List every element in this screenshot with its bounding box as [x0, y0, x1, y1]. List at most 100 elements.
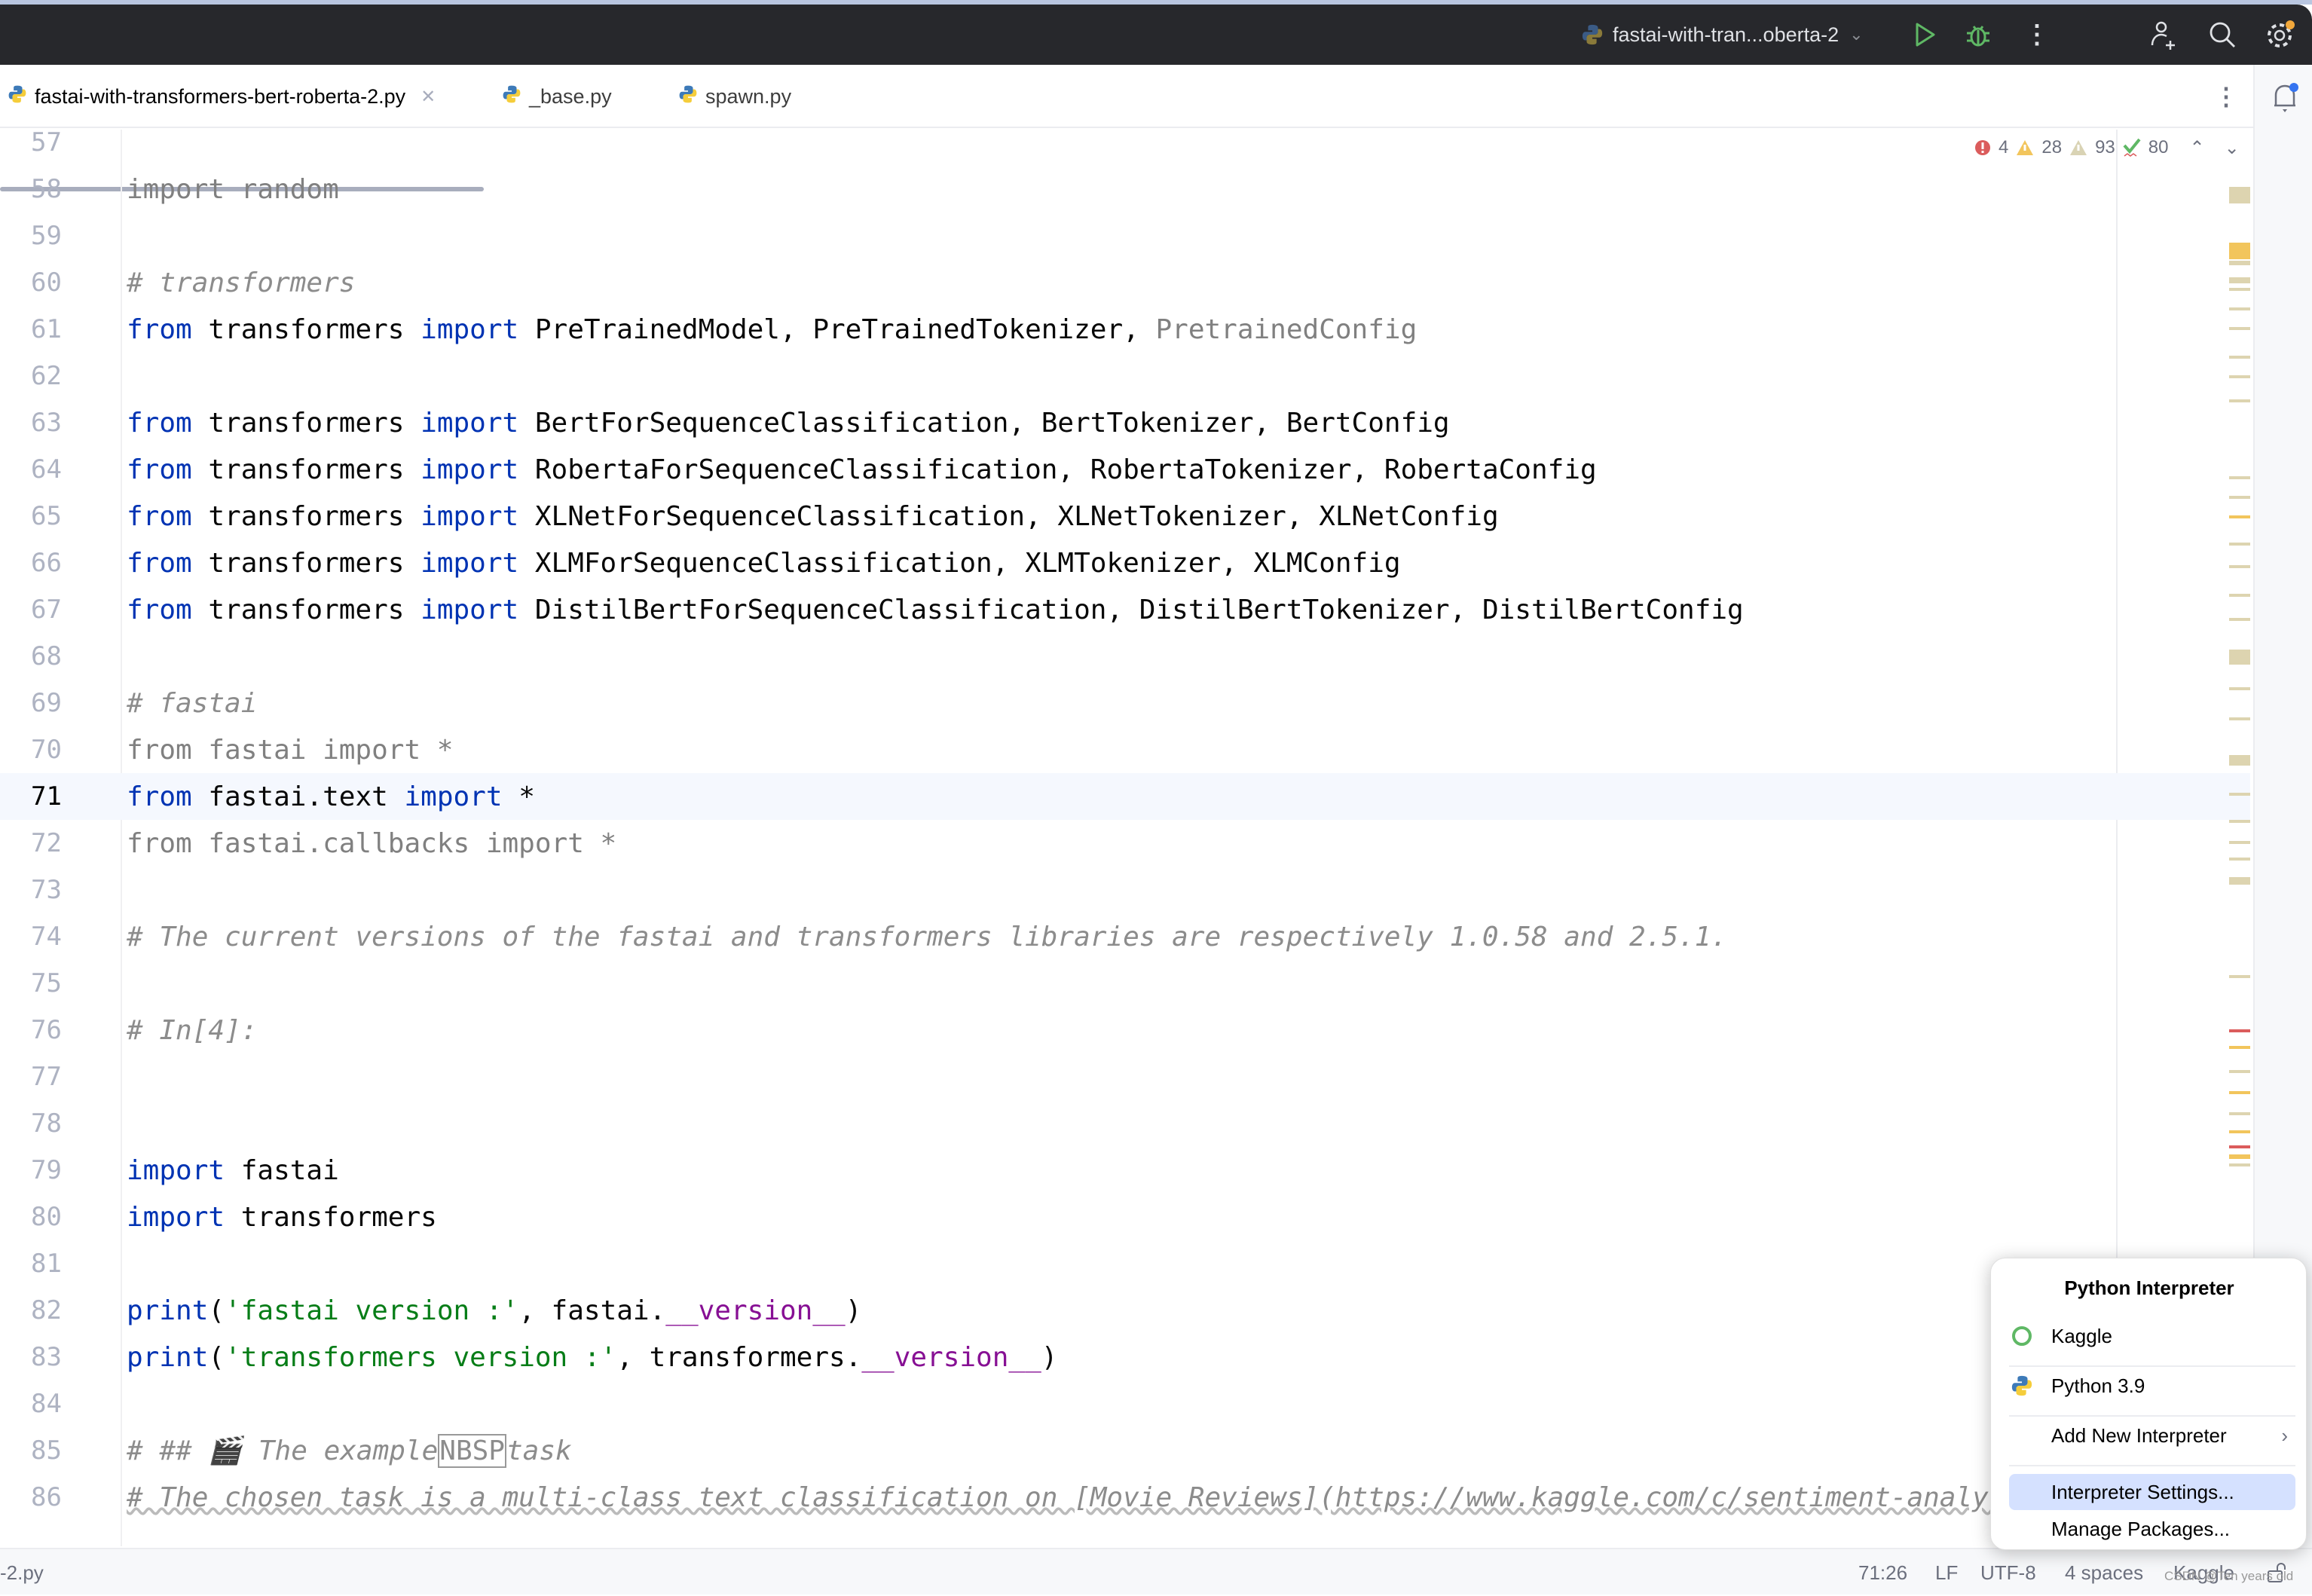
run-button[interactable]	[1914, 5, 1937, 65]
code-line[interactable]: 58 import random	[0, 166, 2250, 212]
line-number[interactable]: 74	[0, 922, 62, 952]
error-stripe-marker[interactable]	[2229, 543, 2250, 546]
error-stripe-marker[interactable]	[2229, 1070, 2250, 1073]
more-icon[interactable]: ⋮	[2024, 5, 2050, 65]
error-stripe-marker[interactable]	[2229, 650, 2250, 665]
line-number[interactable]: 57	[0, 130, 62, 157]
code-line[interactable]: 83 print('transformers version :', transf…	[0, 1334, 2250, 1380]
manage-packages[interactable]: Manage Packages...	[2009, 1510, 2295, 1548]
status-indent[interactable]: 4 spaces	[2065, 1549, 2143, 1596]
line-number[interactable]: 63	[0, 408, 62, 438]
code-line[interactable]: 59	[0, 212, 2250, 259]
code-line[interactable]: 70 from fastai import *	[0, 726, 2250, 773]
error-stripe-marker[interactable]	[2229, 277, 2250, 283]
line-number[interactable]: 68	[0, 641, 62, 671]
error-stripe-marker[interactable]	[2229, 858, 2250, 861]
line-number[interactable]: 75	[0, 968, 62, 998]
settings-button[interactable]	[2265, 5, 2295, 65]
code-line[interactable]: 62	[0, 353, 2250, 399]
line-number[interactable]: 76	[0, 1015, 62, 1045]
error-stripe-marker[interactable]	[2229, 1154, 2250, 1159]
interpreter-settings[interactable]: Interpreter Settings...	[2009, 1474, 2295, 1510]
error-stripe-marker[interactable]	[2229, 1130, 2250, 1133]
previous-highlight-icon[interactable]: ⌃	[2189, 137, 2204, 159]
line-number[interactable]: 67	[0, 595, 62, 625]
error-stripe-marker[interactable]	[2229, 717, 2250, 720]
line-number[interactable]: 85	[0, 1435, 62, 1466]
line-number[interactable]: 69	[0, 688, 62, 718]
code-line[interactable]: 80 import transformers	[0, 1194, 2250, 1240]
line-number[interactable]: 65	[0, 501, 62, 531]
error-stripe-marker[interactable]	[2229, 243, 2250, 259]
error-stripe-marker[interactable]	[2229, 1046, 2250, 1049]
line-number[interactable]: 84	[0, 1389, 62, 1419]
code-line[interactable]: 81	[0, 1240, 2250, 1287]
line-number[interactable]: 70	[0, 735, 62, 765]
code-line[interactable]: 77	[0, 1053, 2250, 1100]
tab-spawn[interactable]: spawn.py	[678, 65, 791, 128]
line-number[interactable]: 82	[0, 1295, 62, 1325]
code-line[interactable]: 86 # The chosen task is a multi-class tex…	[0, 1474, 2253, 1521]
error-stripe-marker[interactable]	[2229, 1112, 2250, 1115]
code-line[interactable]: 76 # In[4]:	[0, 1007, 2250, 1053]
close-icon[interactable]: ✕	[421, 86, 436, 108]
error-stripe-marker[interactable]	[2229, 755, 2250, 766]
error-stripe-marker[interactable]	[2229, 476, 2250, 479]
error-stripe-marker[interactable]	[2229, 1029, 2250, 1032]
error-stripe-marker[interactable]	[2229, 1091, 2250, 1094]
code-line[interactable]: 85 # ## 🎬 The exampleNBSPtask	[0, 1427, 2250, 1474]
error-stripe-marker[interactable]	[2229, 515, 2250, 518]
code-line[interactable]: 78	[0, 1100, 2250, 1147]
error-stripe-marker[interactable]	[2229, 820, 2250, 823]
add-new-interpreter[interactable]: Add New Interpreter ›	[2009, 1414, 2295, 1457]
line-number[interactable]: 79	[0, 1155, 62, 1185]
error-stripe-marker[interactable]	[2229, 793, 2250, 796]
status-encoding[interactable]: UTF-8	[1980, 1549, 2036, 1596]
line-number[interactable]: 78	[0, 1108, 62, 1139]
code-line[interactable]: 75	[0, 960, 2250, 1007]
error-stripe-marker[interactable]	[2229, 1163, 2250, 1166]
line-number[interactable]: 86	[0, 1482, 62, 1512]
code-line[interactable]: 69 # fastai	[0, 680, 2250, 726]
line-number[interactable]: 72	[0, 828, 62, 858]
code-line[interactable]: 66 from transformers import XLMForSequenc…	[0, 540, 2250, 586]
code-line[interactable]: 84	[0, 1380, 2250, 1427]
run-config-selector[interactable]: fastai-with-tran...oberta-2 ⌄	[1581, 5, 1864, 65]
line-number[interactable]: 59	[0, 221, 62, 251]
line-number[interactable]: 83	[0, 1342, 62, 1372]
line-number[interactable]: 66	[0, 548, 62, 578]
error-stripe-marker[interactable]	[2229, 187, 2250, 203]
error-stripe-marker[interactable]	[2229, 618, 2250, 621]
line-number[interactable]: 81	[0, 1249, 62, 1279]
code-line[interactable]: 65 from transformers import XLNetForSeque…	[0, 493, 2250, 540]
notifications-button[interactable]	[2270, 81, 2300, 118]
error-stripe-marker[interactable]	[2229, 877, 2250, 885]
code-line[interactable]: 79 import fastai	[0, 1147, 2250, 1194]
code-editor[interactable]: 57 58 import random 59 60 # transformers 61 fro…	[0, 130, 2253, 1546]
error-stripe-marker[interactable]	[2229, 375, 2250, 378]
code-line[interactable]: 71 from fastai.text import *	[0, 773, 2250, 820]
error-stripe-marker[interactable]	[2229, 1145, 2250, 1148]
error-stripe-marker[interactable]	[2229, 327, 2250, 330]
line-number[interactable]: 71	[0, 781, 62, 812]
line-number[interactable]: 77	[0, 1062, 62, 1092]
line-number[interactable]: 58	[0, 174, 62, 204]
error-stripe-marker[interactable]	[2229, 975, 2250, 978]
tabs-more-icon[interactable]: ⋮	[2214, 65, 2238, 128]
line-number[interactable]: 60	[0, 268, 62, 298]
error-stripe-marker[interactable]	[2229, 261, 2250, 265]
code-line[interactable]: 68	[0, 633, 2250, 680]
code-line[interactable]: 61 from transformers import PreTrainedMod…	[0, 306, 2250, 353]
interpreter-python-3-9[interactable]: Python 3.9	[2009, 1364, 2295, 1408]
add-user-button[interactable]	[2149, 5, 2178, 65]
error-stripe-marker[interactable]	[2229, 496, 2250, 499]
error-stripe-marker[interactable]	[2229, 841, 2250, 844]
code-line[interactable]: 67 from transformers import DistilBertFor…	[0, 586, 2250, 633]
line-number[interactable]: 73	[0, 875, 62, 905]
line-number[interactable]: 62	[0, 361, 62, 391]
status-file-breadcrumb[interactable]: -2.py	[0, 1549, 44, 1596]
code-line[interactable]: 64 from transformers import RobertaForSeq…	[0, 446, 2250, 493]
interpreter-kaggle[interactable]: Kaggle	[2009, 1314, 2295, 1358]
status-line-separator[interactable]: LF	[1935, 1549, 1958, 1596]
code-line[interactable]: 74 # The current versions of the fastai a…	[0, 913, 2250, 960]
